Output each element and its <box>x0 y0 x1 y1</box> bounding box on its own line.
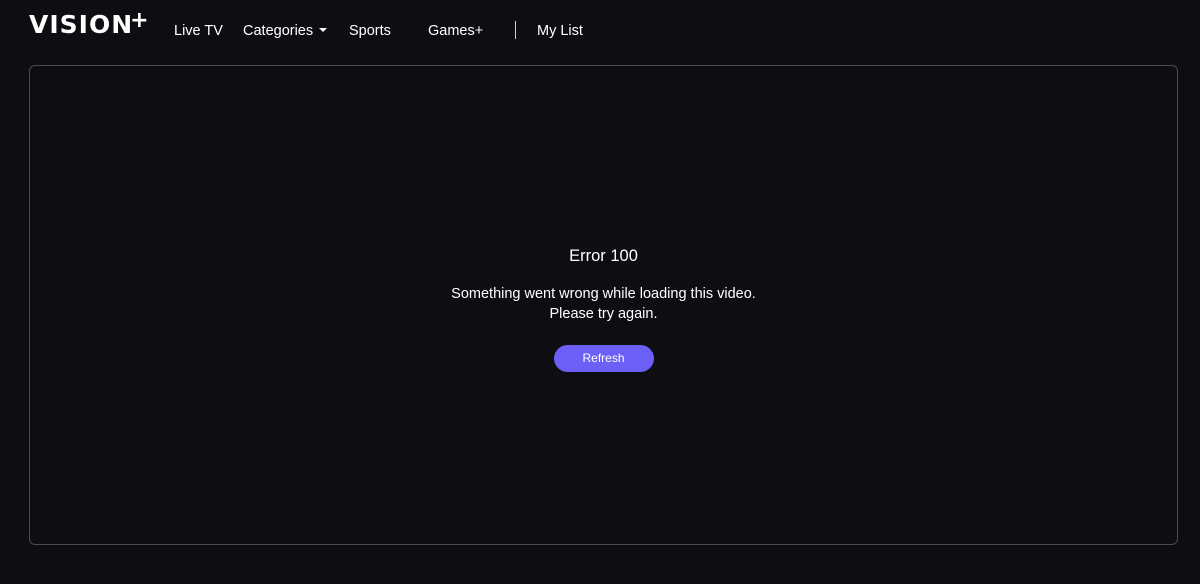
video-player[interactable]: Error 100 Something went wrong while loa… <box>29 65 1178 545</box>
nav-item-my-list[interactable]: My List <box>537 20 583 42</box>
nav-item-live-tv[interactable]: Live TV <box>174 20 223 42</box>
nav-item-categories[interactable]: Categories <box>243 20 328 42</box>
refresh-button[interactable]: Refresh <box>553 345 654 372</box>
nav-divider <box>515 21 516 39</box>
error-title: Error 100 <box>569 247 638 265</box>
nav-item-categories-label: Categories <box>243 23 314 39</box>
vision-plus-logo[interactable]: VISION + <box>29 9 150 39</box>
logo-plus: + <box>130 8 150 33</box>
nav-item-games-plus[interactable]: Games+ <box>428 20 483 42</box>
error-panel: Error 100 Something went wrong while loa… <box>30 244 1177 372</box>
logo-text: VISION <box>29 10 134 39</box>
nav-item-sports[interactable]: Sports <box>349 20 391 42</box>
error-message-line-2: Please try again. <box>549 306 658 322</box>
top-navigation-bar: VISION + Live TV Categories Sports Games+… <box>0 0 1200 62</box>
error-message: Something went wrong while loading this … <box>30 284 1177 324</box>
caret-down-icon <box>319 28 328 33</box>
error-message-line-1: Something went wrong while loading this … <box>451 286 756 302</box>
